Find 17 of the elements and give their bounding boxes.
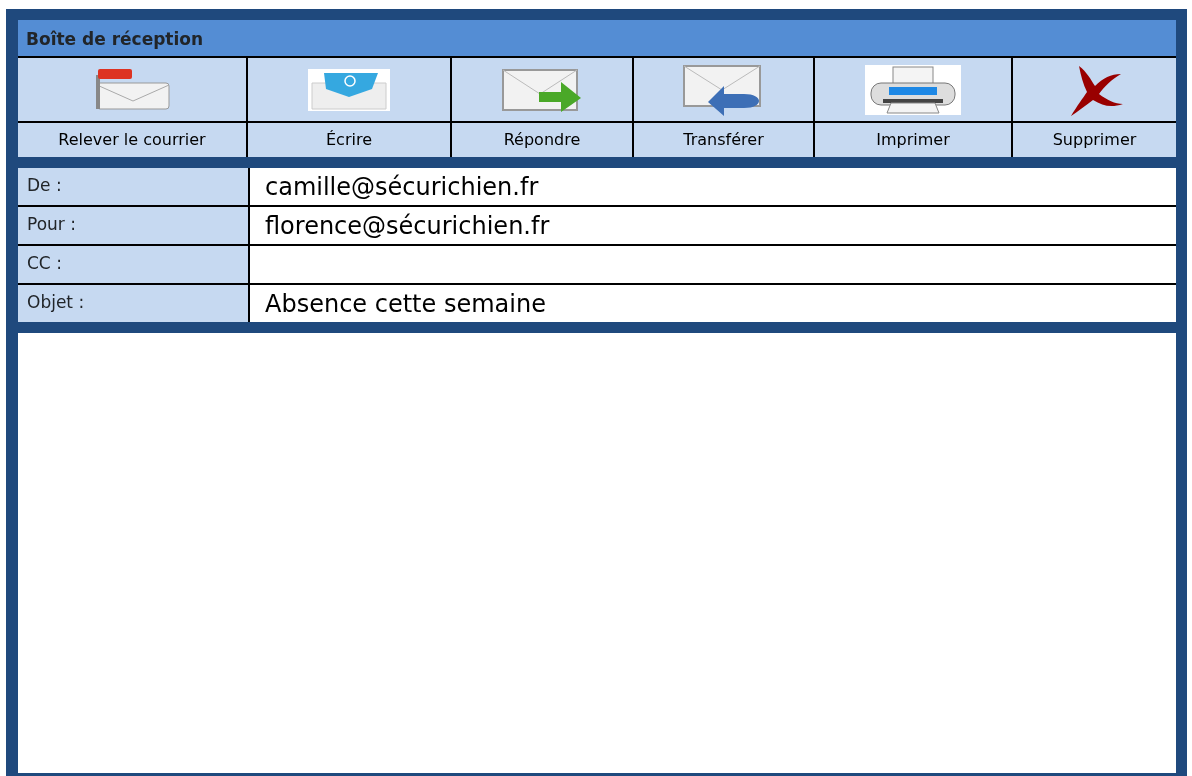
input-field[interactable] — [250, 246, 1176, 283]
message-body-field[interactable] — [18, 333, 1176, 773]
toolbar-button[interactable]: Répondre — [452, 58, 634, 157]
envelope-at-icon — [308, 68, 390, 111]
input-field[interactable]: florence@sécurichien.fr — [250, 207, 1176, 244]
input-field[interactable]: camille@sécurichien.fr — [250, 168, 1176, 205]
toolbar-button[interactable]: Relever le courrier — [18, 58, 248, 157]
field-label: Pour : — [18, 207, 248, 244]
field-label: CC : — [18, 246, 248, 283]
toolbar-button[interactable]: Imprimer — [815, 58, 1013, 157]
toolbar-button[interactable]: Transférer — [634, 58, 815, 157]
field-label: Objet : — [18, 285, 248, 322]
window-title: Boîte de réception — [18, 20, 1176, 58]
printer-icon — [865, 64, 961, 115]
input-field[interactable]: Absence cette semaine — [250, 285, 1176, 322]
field-label: De : — [18, 168, 248, 205]
toolbar-button[interactable]: Écrire — [248, 58, 452, 157]
